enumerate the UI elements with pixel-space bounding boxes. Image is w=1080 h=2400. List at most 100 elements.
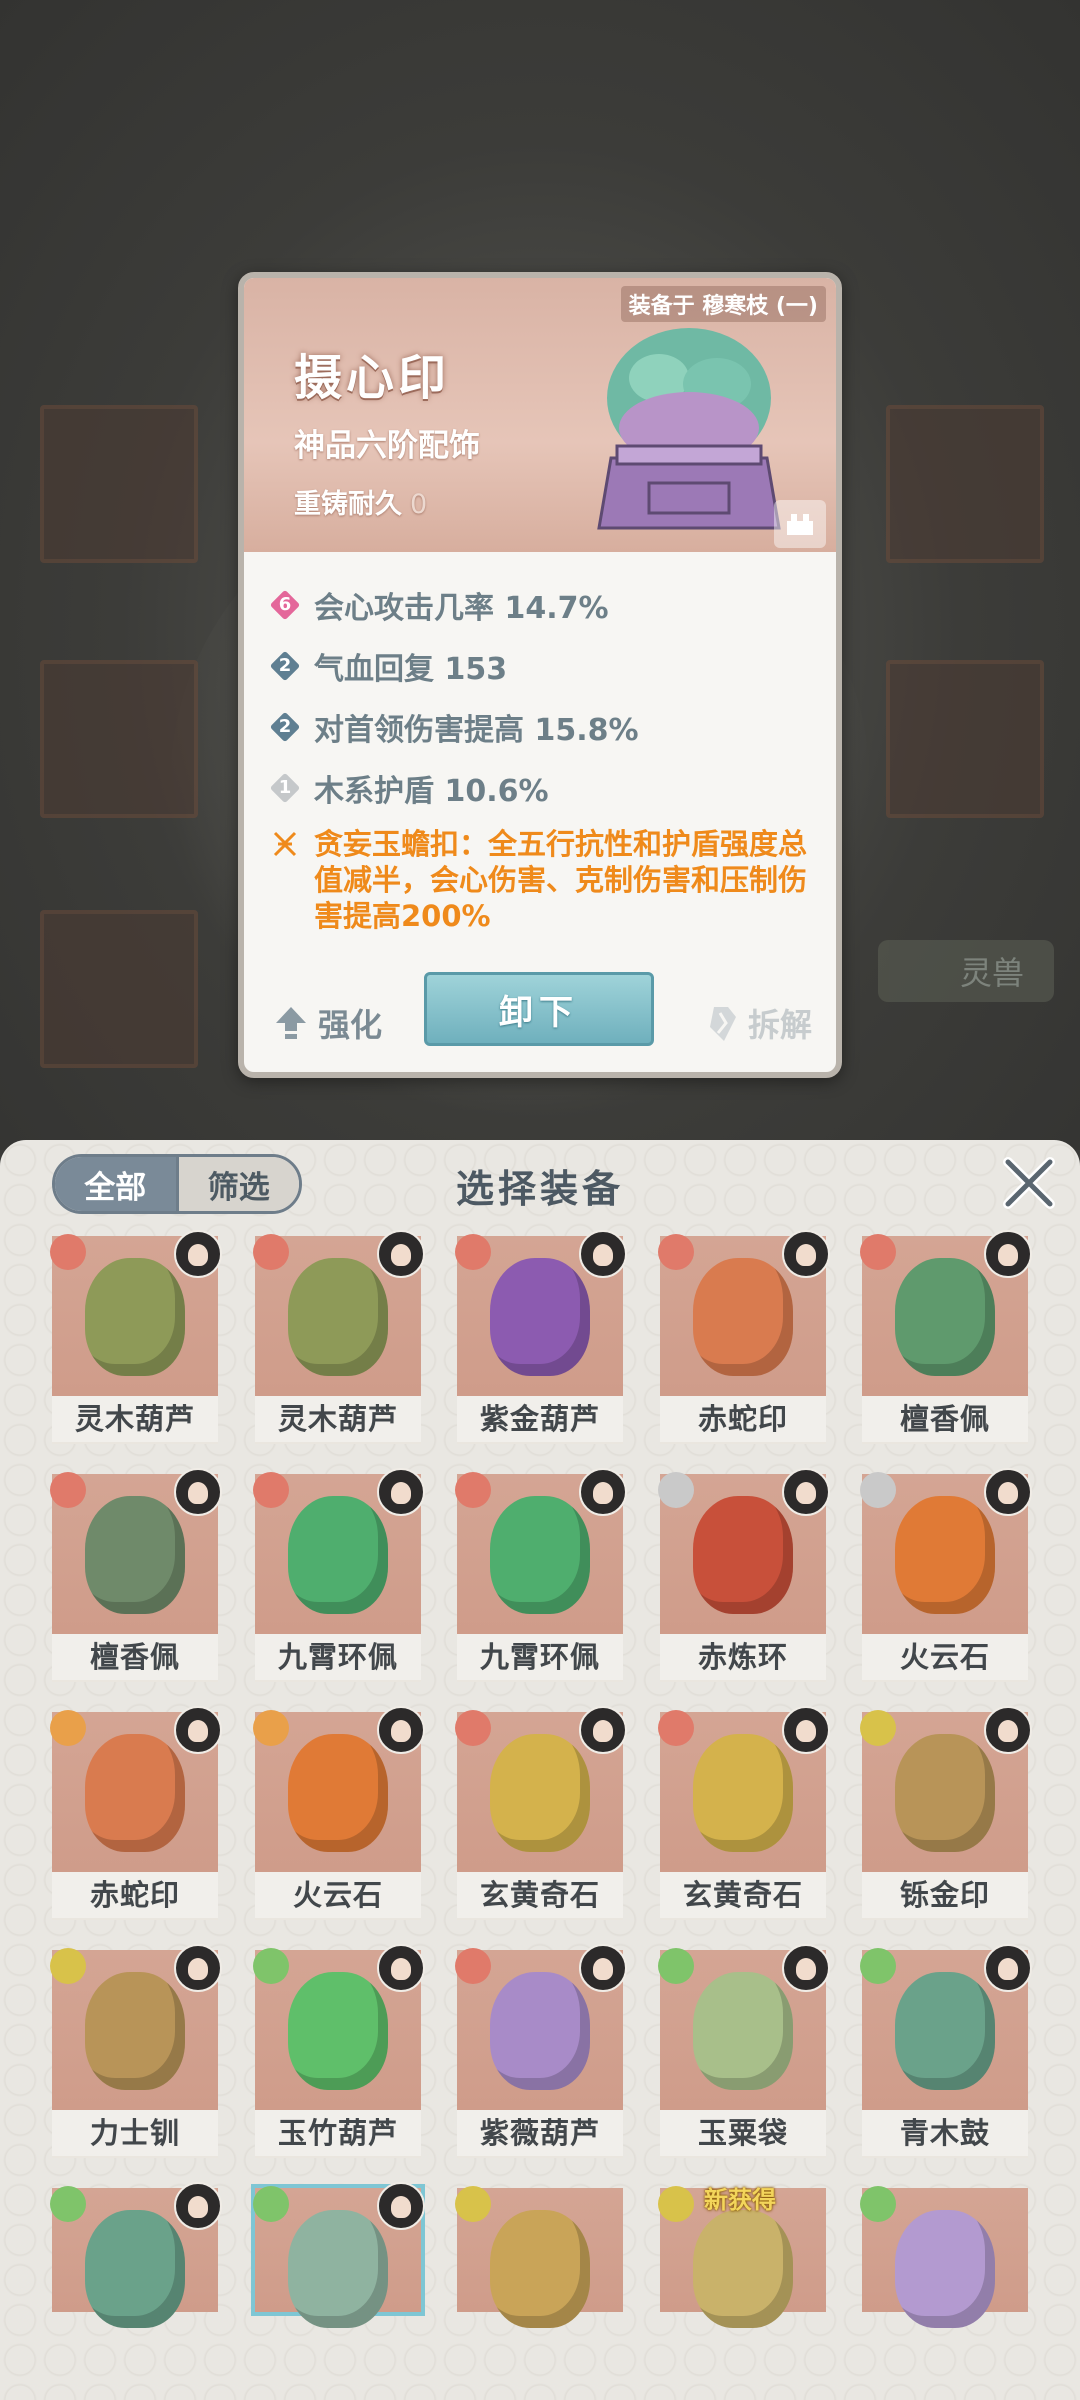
unequip-label: 卸下 — [499, 992, 579, 1033]
item-art — [693, 1496, 793, 1614]
element-icon — [658, 1234, 694, 1270]
equipment-slot[interactable]: 赤炼环 — [658, 1468, 830, 1682]
equipment-slot[interactable]: 灵木葫芦 — [50, 1230, 222, 1444]
reforge-durability: 重铸耐久 0 — [294, 482, 427, 521]
owner-avatar — [174, 1230, 222, 1278]
seal-item-image — [597, 328, 781, 530]
element-icon — [658, 1710, 694, 1746]
item-name-label: 铄金印 — [862, 1872, 1028, 1918]
equipment-detail-card: 装备于 穆寒枝 (一) 摄心印 神品六阶配饰 重铸耐久 0 6 会心攻击几率 14… — [238, 272, 842, 1078]
equipment-slot[interactable]: 赤蛇印 — [658, 1230, 830, 1444]
special-effect-text: 贪妄玉蟾扣：全五行抗性和护盾强度总值减半，会心伤害、克制伤害和压制伤害提高200… — [314, 827, 808, 933]
element-icon — [860, 2186, 896, 2222]
owner-avatar — [174, 1468, 222, 1516]
new-badge: 新获得 — [704, 2186, 776, 2214]
element-icon — [860, 1710, 896, 1746]
equipment-slot[interactable]: 檀香佩 — [50, 1468, 222, 1682]
item-name-label: 火云石 — [862, 1634, 1028, 1680]
item-name-label: 九霄环佩 — [457, 1634, 623, 1680]
item-art — [693, 1734, 793, 1852]
equipment-slot[interactable]: 玉竹葫芦 — [253, 1944, 425, 2158]
item-art — [288, 1496, 388, 1614]
owner-avatar — [174, 1706, 222, 1754]
owner-avatar — [579, 1468, 627, 1516]
arrow-up-icon — [276, 1007, 306, 1039]
equipment-slot[interactable]: 青木鼓 — [860, 1944, 1032, 2158]
equip-slot-seal[interactable] — [886, 660, 1044, 818]
equipment-slot[interactable]: 紫薇葫芦 — [455, 1944, 627, 2158]
owner-avatar — [984, 1706, 1032, 1754]
item-art — [85, 1258, 185, 1376]
equipment-slot[interactable]: 九霄环佩 — [253, 1468, 425, 1682]
equipment-select-panel: 全部 筛选 选择装备 灵木葫芦 灵木葫芦 紫金葫芦 赤蛇印 檀香佩 檀香佩 九霄环佩 九霄环佩… — [0, 1140, 1080, 2400]
owner-avatar — [984, 1468, 1032, 1516]
equipment-slot[interactable]: 铄金印 — [860, 1706, 1032, 1920]
close-icon[interactable] — [1000, 1154, 1058, 1212]
item-name-label: 赤蛇印 — [660, 1396, 826, 1442]
item-art — [490, 1258, 590, 1376]
item-name: 摄心印 — [294, 350, 451, 406]
item-name-label: 檀香佩 — [862, 1396, 1028, 1442]
owner-avatar — [782, 1706, 830, 1754]
equipment-slot[interactable] — [455, 2186, 623, 2396]
item-art — [693, 1258, 793, 1376]
tier-gem-icon: 2 — [269, 711, 301, 742]
spirit-beast-button[interactable]: 灵兽 — [878, 940, 1054, 1002]
item-name-label: 玉粟袋 — [660, 2110, 826, 2156]
item-name-label: 玄黄奇石 — [660, 1872, 826, 1918]
stat-text: 会心攻击几率 14.7% — [314, 590, 609, 626]
stat-row: 1 木系护盾 10.6% — [269, 757, 826, 818]
element-icon — [455, 1948, 491, 1984]
tier-gem-icon: 1 — [269, 772, 301, 803]
owner-avatar — [782, 1468, 830, 1516]
dismantle-label: 拆解 — [747, 1006, 812, 1044]
item-name-label: 灵木葫芦 — [52, 1396, 218, 1442]
equipment-slot[interactable]: 火云石 — [253, 1706, 425, 1920]
item-art — [85, 2210, 185, 2328]
tier-gem-icon: 2 — [269, 650, 301, 681]
special-effect: 贪妄玉蟾扣：全五行抗性和护盾强度总值减半，会心伤害、克制伤害和压制伤害提高200… — [270, 826, 826, 934]
equipment-slot[interactable]: 新获得 — [658, 2186, 826, 2396]
equipment-slot[interactable]: 力士钏 — [50, 1944, 222, 2158]
dismantle-icon — [709, 1007, 736, 1041]
equipment-slot[interactable]: 玉粟袋 — [658, 1944, 830, 2158]
element-icon — [50, 1710, 86, 1746]
equipment-slot[interactable]: 灵木葫芦 — [253, 1230, 425, 1444]
element-icon — [455, 1710, 491, 1746]
item-art — [895, 1972, 995, 2090]
element-icon — [455, 1234, 491, 1270]
equipment-slot[interactable]: 檀香佩 — [860, 1230, 1032, 1444]
item-art — [288, 1734, 388, 1852]
lock-button[interactable] — [774, 500, 826, 548]
stat-text: 对首领伤害提高 15.8% — [314, 712, 639, 748]
equipment-slot[interactable]: 赤蛇印 — [50, 1706, 222, 1920]
element-icon — [860, 1472, 896, 1508]
strengthen-button[interactable]: 强化 — [274, 1000, 382, 1046]
equip-slot-weapon[interactable] — [40, 405, 198, 563]
item-art — [288, 2210, 388, 2328]
detail-header: 装备于 穆寒枝 (一) 摄心印 神品六阶配饰 重铸耐久 0 — [244, 278, 836, 552]
element-icon — [860, 1234, 896, 1270]
equip-slot-armor[interactable] — [40, 660, 198, 818]
equipment-slot[interactable]: 火云石 — [860, 1468, 1032, 1682]
element-icon — [50, 1234, 86, 1270]
item-art — [288, 1972, 388, 2090]
equipment-slot[interactable] — [50, 2182, 222, 2396]
equipment-slot[interactable]: 九霄环佩 — [455, 1468, 627, 1682]
equip-slot-drum[interactable] — [886, 405, 1044, 563]
equipment-slot[interactable]: 玄黄奇石 — [455, 1706, 627, 1920]
equipment-slot[interactable]: 紫金葫芦 — [455, 1230, 627, 1444]
dismantle-button[interactable]: 拆解 — [706, 1000, 812, 1046]
equip-slot-boots[interactable] — [40, 910, 198, 1068]
item-art — [693, 1972, 793, 2090]
unequip-button[interactable]: 卸下 — [424, 972, 654, 1046]
equipment-slot[interactable]: 玄黄奇石 — [658, 1706, 830, 1920]
stat-list: 6 会心攻击几率 14.7% 2 气血回复 153 2 对首领伤害提高 15.8… — [269, 574, 826, 934]
equipment-slot[interactable] — [251, 2182, 425, 2396]
detail-actions: 强化 卸下 拆解 — [244, 962, 836, 1072]
owner-avatar — [782, 1944, 830, 1992]
strengthen-label: 强化 — [318, 1006, 383, 1044]
owner-avatar — [377, 1468, 425, 1516]
item-name-label: 赤炼环 — [660, 1634, 826, 1680]
equipment-slot[interactable] — [860, 2186, 1028, 2396]
